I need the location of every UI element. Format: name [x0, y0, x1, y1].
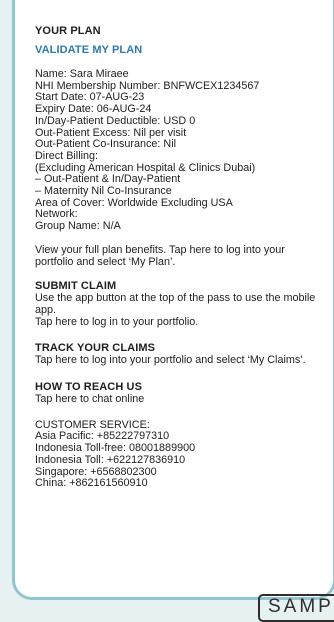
your-plan-heading: YOUR PLAN — [35, 25, 101, 37]
track-claims-link[interactable]: Tap here to log into your portfolio and … — [35, 355, 321, 367]
submit-claim-app-text: Use the app button at the top of the pas… — [35, 292, 316, 316]
plan-details: Name: Sara Miraee NHI Membership Number:… — [35, 68, 321, 233]
plan-detail-group-name: Group Name: N/A — [35, 220, 121, 233]
plan-detail-deductible: In/Day-Patient Deductible: USD 0 — [35, 114, 196, 127]
phone-china[interactable]: China: +862161560910 — [35, 478, 321, 490]
plan-detail-name: Name: Sara Miraee — [35, 68, 129, 80]
submit-claim-portfolio-link[interactable]: Tap here to log in to your portfolio. — [35, 316, 321, 329]
view-plan-benefits-link[interactable]: View your full plan benefits. Tap here t… — [35, 244, 321, 268]
phone-indonesia-toll[interactable]: Indonesia Toll: +622127836910 — [35, 454, 321, 467]
chat-online-link[interactable]: Tap here to chat online — [35, 393, 321, 406]
plan-detail-direct-billing: Direct Billing: — [35, 149, 98, 162]
plan-card: YOUR PLAN VALIDATE MY PLAN Name: Sara Mi… — [12, 0, 334, 600]
plan-detail-area-of-cover: Area of Cover: Worldwide Excluding USA — [35, 196, 233, 209]
validate-plan-link[interactable]: VALIDATE MY PLAN — [35, 44, 321, 57]
sample-watermark: SAMP — [258, 594, 334, 622]
plan-detail-billing-maternity: – Maternity Nil Co-Insurance — [35, 185, 172, 198]
